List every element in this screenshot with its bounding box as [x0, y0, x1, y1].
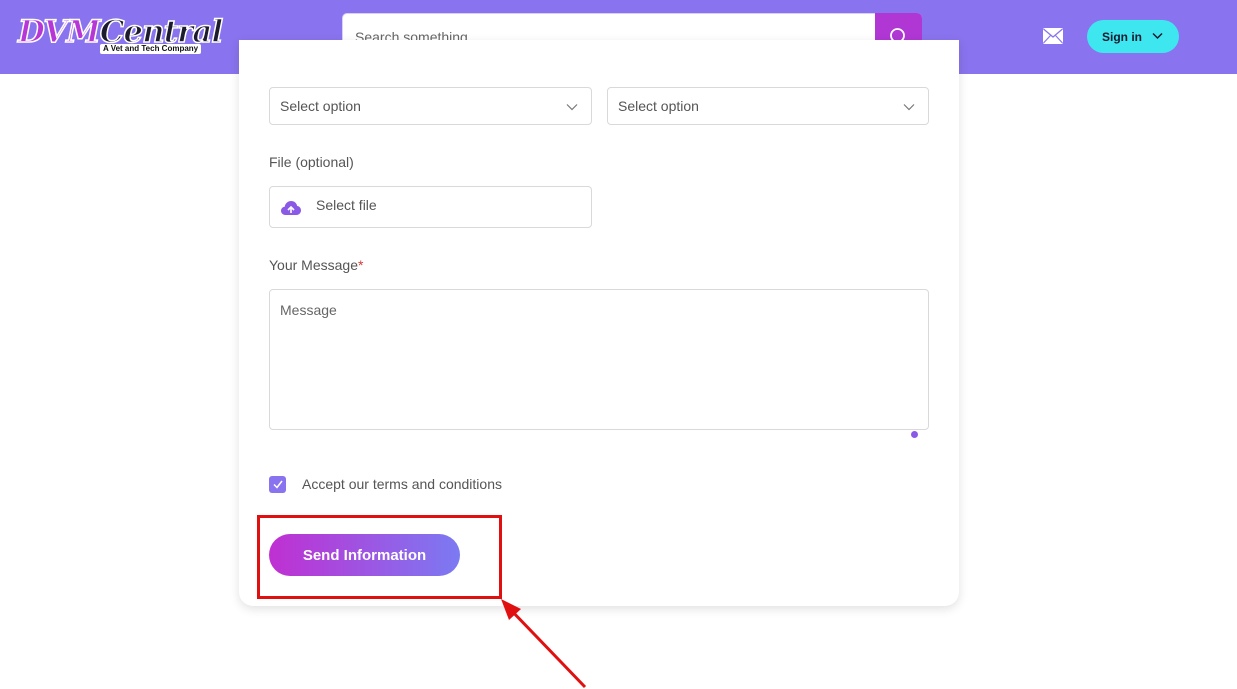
message-label: Your Message* [269, 257, 363, 273]
chevron-down-icon [903, 104, 915, 111]
select-dropdown-left[interactable]: Select option [269, 87, 592, 125]
message-label-text: Your Message [269, 257, 358, 273]
cloud-upload-icon [281, 201, 301, 215]
mail-icon[interactable] [1042, 27, 1064, 45]
chevron-down-icon [566, 104, 578, 111]
logo-tagline: A Vet and Tech Company [100, 44, 202, 54]
terms-label: Accept our terms and conditions [302, 476, 502, 492]
annotation-arrow-icon [501, 599, 587, 689]
site-logo[interactable]: DVMCentral A Vet and Tech Company [17, 13, 224, 58]
file-label: File (optional) [269, 154, 354, 170]
file-button-label: Select file [316, 197, 377, 213]
logo-brand-part1: DVM [17, 13, 101, 51]
resize-handle[interactable] [911, 431, 918, 438]
annotation-highlight-box [257, 515, 502, 599]
select-left-value: Select option [280, 98, 361, 114]
checkmark-icon [272, 480, 283, 489]
file-select-button[interactable]: Select file [269, 186, 592, 228]
sign-in-label: Sign in [1102, 29, 1142, 44]
sign-in-button[interactable]: Sign in [1087, 20, 1179, 53]
terms-checkbox[interactable] [269, 476, 286, 493]
required-marker: * [357, 257, 364, 273]
message-textarea[interactable] [269, 289, 929, 430]
select-dropdown-right[interactable]: Select option [607, 87, 929, 125]
select-right-value: Select option [618, 98, 699, 114]
chevron-down-icon [1152, 32, 1163, 40]
